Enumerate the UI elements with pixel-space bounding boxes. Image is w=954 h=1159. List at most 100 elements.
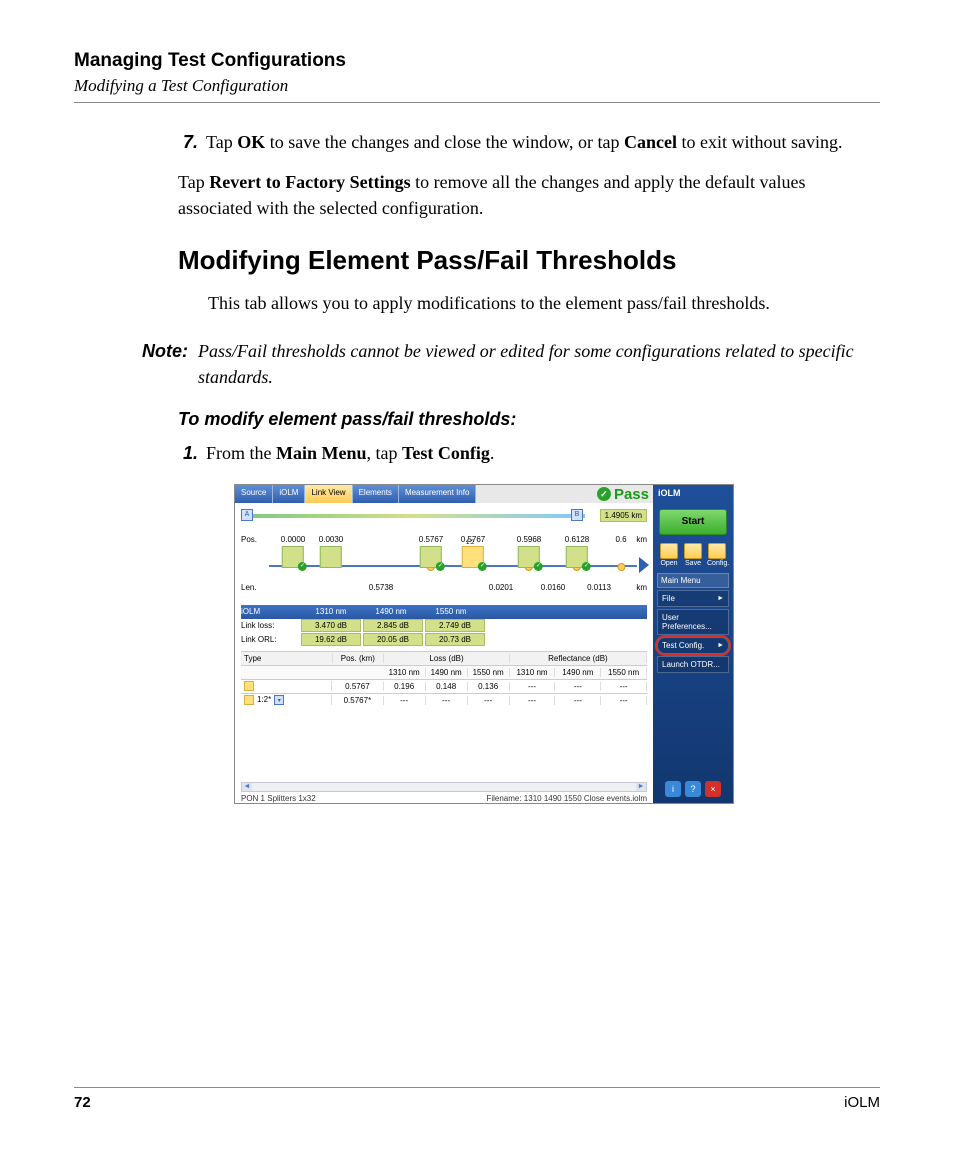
pos-0: 0.0000 xyxy=(281,535,305,544)
pos-6: 0.6 xyxy=(615,535,626,544)
km-unit-top: km xyxy=(636,535,647,544)
element-5[interactable]: 0.5968✓ xyxy=(517,535,541,568)
row1-pos: 0.5767* xyxy=(332,696,383,705)
main-menu-header: Main Menu xyxy=(657,573,729,588)
link-loss-1310: 3.470 dB xyxy=(301,619,361,632)
row1-refl-1: --- xyxy=(555,696,601,705)
link-orl-label: Link ORL: xyxy=(241,635,301,644)
scroll-right-icon[interactable]: ► xyxy=(636,783,646,791)
start-button[interactable]: Start xyxy=(659,509,727,535)
sub-1490-refl: 1490 nm xyxy=(555,668,601,677)
wl-1490: 1490 nm xyxy=(361,607,421,616)
row1-refl-0: --- xyxy=(510,696,556,705)
footer-rule xyxy=(74,1087,880,1088)
menu-file[interactable]: File► xyxy=(657,590,729,607)
len-3: 0.0113 xyxy=(587,583,611,592)
wl-1310: 1310 nm xyxy=(301,607,361,616)
header-rule xyxy=(74,102,880,103)
sub-1550-refl: 1550 nm xyxy=(601,668,647,677)
sub-1550-loss: 1550 nm xyxy=(468,668,510,677)
chevron-right-icon: ► xyxy=(717,642,724,649)
row0-refl-1: --- xyxy=(555,682,601,691)
row1-refl-2: --- xyxy=(601,696,647,705)
horizontal-scrollbar[interactable]: ◄► xyxy=(241,782,647,792)
menu-userpref-label: User Preferences... xyxy=(662,613,724,631)
step-7-text-b: to save the changes and close the window… xyxy=(265,132,624,152)
cancel-bold: Cancel xyxy=(624,132,677,152)
table-row[interactable]: 1:2*▾ 0.5767* --- --- --- --- --- --- xyxy=(241,693,647,707)
pos-label: Pos. xyxy=(241,535,257,544)
intro-paragraph: This tab allows you to apply modificatio… xyxy=(208,290,880,316)
note: Note: Pass/Fail thresholds cannot be vie… xyxy=(142,338,880,390)
info-button[interactable]: i xyxy=(665,781,681,797)
pos-4: 0.5968 xyxy=(517,535,541,544)
event-icon xyxy=(244,681,254,691)
element-1[interactable]: 0.0000✓ xyxy=(281,535,305,568)
menu-user-preferences[interactable]: User Preferences... xyxy=(657,609,729,635)
page-number: 72 xyxy=(74,1094,91,1111)
menu-test-config[interactable]: Test Config. ► xyxy=(657,637,729,654)
scroll-left-icon[interactable]: ◄ xyxy=(242,783,252,791)
menu-testconfig-label: Test Config. xyxy=(662,641,704,650)
note-text: Pass/Fail thresholds cannot be viewed or… xyxy=(198,338,880,390)
sub-1490-loss: 1490 nm xyxy=(426,668,468,677)
ok-bold: OK xyxy=(237,132,265,152)
pass-indicator: ✓ Pass xyxy=(597,486,649,503)
element-3[interactable]: 0.5767 ✓ xyxy=(419,535,443,568)
step-1-text-c: . xyxy=(490,443,495,463)
endpoint-a-icon: A xyxy=(241,509,253,521)
note-label: Note: xyxy=(142,338,188,390)
close-button[interactable]: × xyxy=(705,781,721,797)
side-title: iOLM xyxy=(653,485,733,501)
play-arrow-icon[interactable] xyxy=(639,557,649,573)
splitter-icon xyxy=(244,695,254,705)
row1-loss-1: --- xyxy=(426,696,468,705)
tab-source[interactable]: Source xyxy=(235,485,273,503)
pos-2: 0.5767 xyxy=(419,535,443,544)
header-subtitle: Modifying a Test Configuration xyxy=(74,76,880,96)
step-7-text-a: Tap xyxy=(206,132,237,152)
save-icon xyxy=(684,543,702,559)
tab-elements[interactable]: Elements xyxy=(353,485,399,503)
link-overview: A B 1.4905 km xyxy=(241,507,647,533)
config-label: Config. xyxy=(707,560,727,567)
element-6[interactable]: 0.6128✓ xyxy=(565,535,589,568)
element-7[interactable]: 0.6 xyxy=(615,535,626,544)
status-bar: PON 1 Splitters 1x32 Filename: 1310 1490… xyxy=(241,794,647,803)
row0-loss-0: 0.196 xyxy=(384,682,426,691)
tab-link-view[interactable]: Link View xyxy=(305,485,352,503)
results-summary: iOLM 1310 nm 1490 nm 1550 nm Link loss: … xyxy=(241,605,647,647)
step-1-text-a: From the xyxy=(206,443,276,463)
col-refl: Reflectance (dB) xyxy=(510,654,647,663)
dropdown-icon[interactable]: ▾ xyxy=(274,695,284,705)
ok-icon: ✓ xyxy=(436,562,445,571)
table-row[interactable]: 0.5767 0.196 0.148 0.136 --- --- --- xyxy=(241,679,647,693)
km-unit-bottom: km xyxy=(636,583,647,592)
side-panel: iOLM Start Open Save Config. Main Menu F… xyxy=(653,485,733,803)
event-dot-icon xyxy=(617,563,625,571)
step-1: 1. From the Main Menu, tap Test Config. xyxy=(178,440,880,466)
config-icon xyxy=(708,543,726,559)
row0-refl-0: --- xyxy=(510,682,556,691)
sub-1310-refl: 1310 nm xyxy=(510,668,556,677)
link-loss-1490: 2.845 dB xyxy=(363,619,423,632)
chevron-right-icon: ► xyxy=(717,595,724,602)
element-4-splitter[interactable]: 0.57671:2✓ xyxy=(461,535,485,568)
tab-iolm[interactable]: iOLM xyxy=(273,485,305,503)
step-1-number: 1. xyxy=(178,440,198,466)
status-right: Filename: 1310 1490 1550 Close events.io… xyxy=(486,794,647,803)
config-button[interactable]: Config. xyxy=(707,543,727,567)
ok-icon: ✓ xyxy=(478,562,487,571)
status-left: PON 1 Splitters 1x32 xyxy=(241,794,316,803)
tab-measurement-info[interactable]: Measurement Info xyxy=(399,485,476,503)
len-2: 0.0160 xyxy=(541,583,565,592)
link-length: 1.4905 km xyxy=(600,509,647,522)
len-0: 0.5738 xyxy=(369,583,393,592)
element-2[interactable]: 0.0030 xyxy=(319,535,343,568)
pos-1: 0.0030 xyxy=(319,535,343,544)
help-button[interactable]: ? xyxy=(685,781,701,797)
save-button[interactable]: Save xyxy=(683,543,703,567)
menu-launch-otdr[interactable]: Launch OTDR... xyxy=(657,656,729,673)
open-button[interactable]: Open xyxy=(659,543,679,567)
tab-bar: Source iOLM Link View Elements Measureme… xyxy=(235,485,653,503)
